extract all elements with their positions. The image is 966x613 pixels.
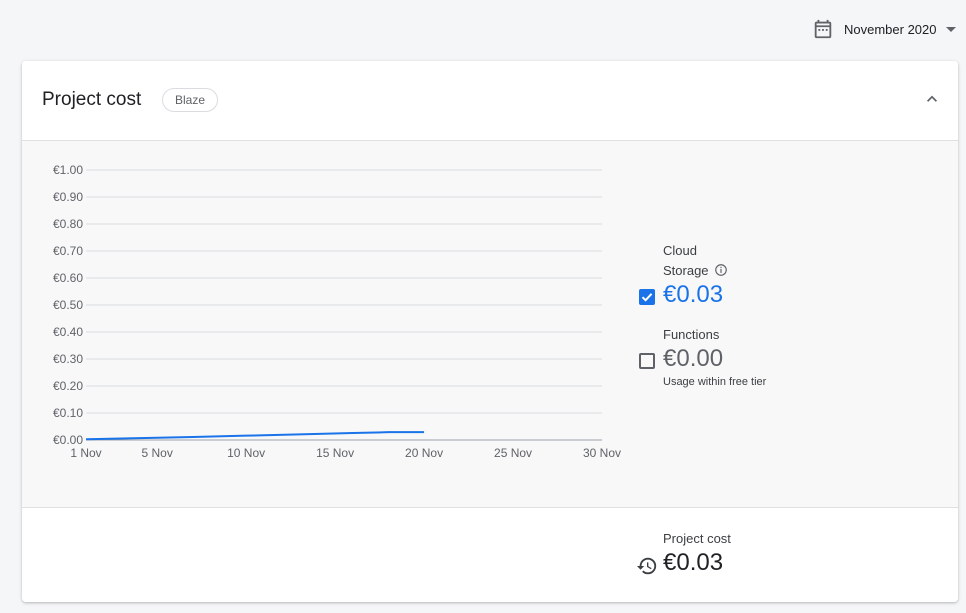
plan-badge: Blaze [162,88,219,112]
y-tick-label: €0.60 [53,271,83,285]
y-tick-label: €1.00 [53,163,83,177]
cloud-storage-value: €0.03 [663,281,724,308]
y-tick-label: €0.70 [53,244,83,258]
y-tick-label: €0.80 [53,217,83,231]
cost-chart: €1.00 €0.90 €0.80 €0.70 €0.60 €0.50 €0.40 €0.30… [53,163,621,460]
x-tick-label: 1 Nov [70,446,101,460]
cloud-storage-checkbox[interactable] [639,289,655,305]
checkmark-icon [641,293,653,302]
y-tick-label: €0.00 [53,433,83,447]
y-tick-label: €0.10 [53,406,83,420]
y-tick-label: €0.30 [53,352,83,366]
legend-name-functions: Functions [663,327,720,342]
x-tick-label: 5 Nov [141,446,172,460]
x-tick-label: 30 Nov [583,446,621,460]
legend-item-cloud-storage: Cloud Storage €0.03 [663,241,863,309]
y-tick-label: €0.50 [53,298,83,312]
legend-name-line2-text: Storage [663,263,709,278]
footer-total-value: €0.03 [663,549,724,576]
card-footer: Project cost €0.03 [22,508,958,602]
history-icon [636,557,657,575]
footer-label: Project cost [663,531,731,546]
month-picker[interactable]: November 2020 [812,16,956,42]
legend-name-line1: Cloud [663,243,697,258]
functions-value: €0.00 [663,345,724,372]
legend-item-functions: Functions €0.00 Usage within free tier [663,325,863,388]
functions-checkbox[interactable] [639,353,655,369]
x-tick-label: 25 Nov [494,446,532,460]
y-tick-label: €0.20 [53,379,83,393]
series-line [85,431,425,441]
chevron-up-icon[interactable] [922,89,942,109]
card-body: €1.00 €0.90 €0.80 €0.70 €0.60 €0.50 €0.40 €0.30… [22,141,958,508]
card-title: Project cost [42,89,142,110]
y-tick-label: €0.40 [53,325,83,339]
x-tick-label: 20 Nov [405,446,443,460]
dropdown-caret-icon [945,27,956,32]
functions-note: Usage within free tier [663,376,767,388]
info-icon[interactable] [714,263,728,277]
legend-name-line2: Storage [663,261,863,281]
x-tick-label: 15 Nov [316,446,354,460]
card-header: Project cost Blaze [22,61,958,141]
x-tick-label: 10 Nov [227,446,265,460]
project-cost-card: Project cost Blaze €1.00 €0.90 €0.80 €0.70 €… [22,61,958,602]
calendar-icon [814,19,832,39]
y-tick-label: €0.90 [53,190,83,204]
month-picker-label: November 2020 [844,21,937,37]
